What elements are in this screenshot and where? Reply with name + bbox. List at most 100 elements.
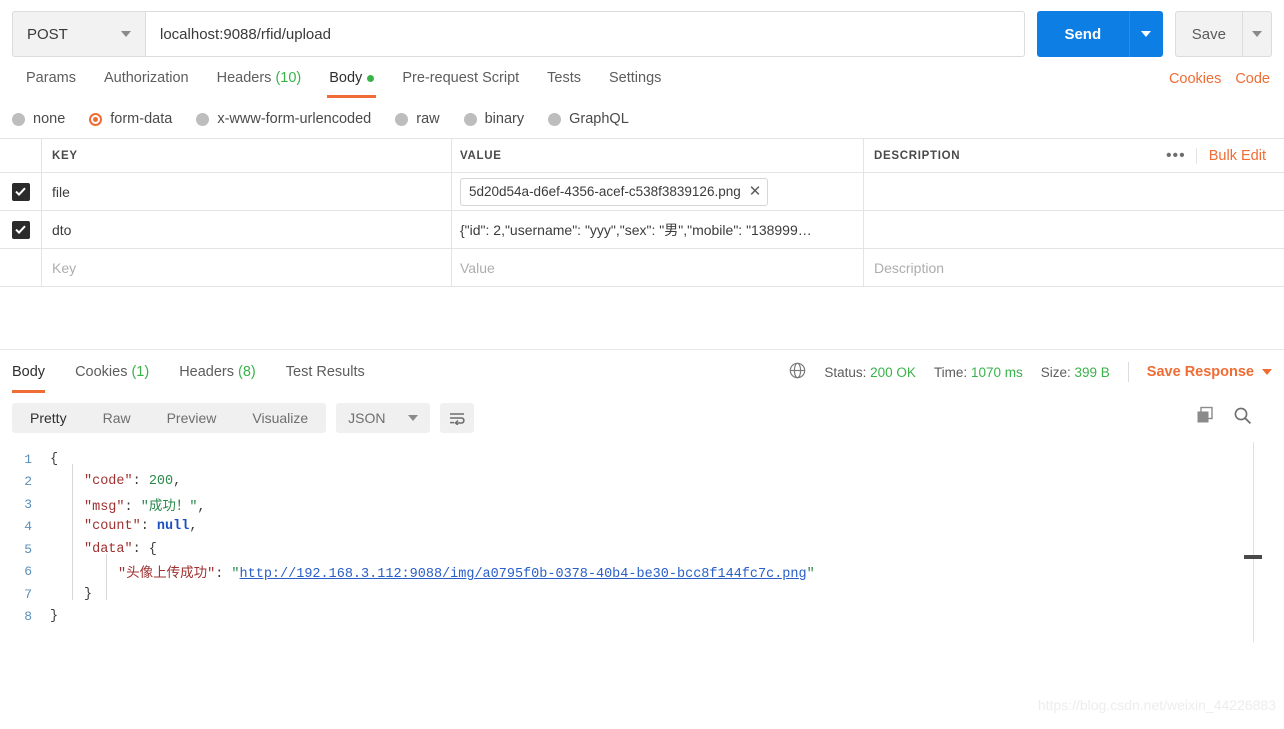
- status-label: Status:: [824, 364, 867, 380]
- request-tab-authorization[interactable]: Authorization: [90, 60, 203, 98]
- row-key-cell[interactable]: file: [42, 173, 452, 210]
- remove-file-icon[interactable]: ✕: [749, 184, 762, 199]
- save-response-button[interactable]: Save Response: [1147, 364, 1272, 380]
- request-tab-params[interactable]: Params: [12, 60, 90, 98]
- indent-guide: [72, 464, 73, 600]
- line-number: 4: [24, 519, 32, 535]
- header-key-label: KEY: [52, 149, 78, 162]
- search-icon[interactable]: [1233, 406, 1252, 430]
- view-mode-pretty[interactable]: Pretty: [12, 403, 85, 433]
- request-tab-label: Headers: [216, 70, 272, 86]
- time-label: Time:: [933, 364, 968, 380]
- format-label: JSON: [348, 410, 386, 426]
- body-type-x-www-form-urlencoded[interactable]: x-www-form-urlencoded: [196, 111, 371, 127]
- url-input[interactable]: localhost:9088/rfid/upload: [145, 11, 1025, 57]
- http-method-dropdown[interactable]: POST: [12, 11, 145, 57]
- request-tab-label: Authorization: [103, 70, 189, 86]
- request-tab-count: (10): [271, 70, 302, 86]
- row-checkbox-cell: [0, 173, 42, 210]
- row-checkbox[interactable]: [11, 182, 30, 201]
- code-token: ": [806, 567, 815, 583]
- row-description-cell[interactable]: [864, 211, 1284, 248]
- new-value-input[interactable]: Value: [452, 249, 864, 286]
- code-token: ,: [197, 499, 206, 515]
- row-description-cell[interactable]: [864, 173, 1284, 210]
- response-section: Body Cookies (1) Headers (8) Test Results S…: [0, 349, 1284, 642]
- placeholder-text: Value: [460, 259, 495, 276]
- response-scrollbar-track[interactable]: [1253, 442, 1254, 642]
- code-link[interactable]: Code: [1235, 71, 1270, 87]
- response-url-link[interactable]: http://192.168.3.112:9088/img/a0795f0b-0…: [240, 567, 807, 582]
- code-token: {: [50, 451, 59, 467]
- code-token: "头像上传成功": [118, 567, 216, 583]
- code-line: 2 "code": 200,: [0, 471, 1284, 494]
- body-type-form-data[interactable]: form-data: [89, 111, 172, 127]
- file-chip[interactable]: 5d20d54a-d6ef-4356-acef-c538f3839126.png…: [460, 177, 769, 206]
- chevron-down-icon: [1141, 31, 1152, 37]
- cookies-link[interactable]: Cookies: [1169, 71, 1221, 87]
- response-view-toolbar: Pretty Raw Preview Visualize JSON: [0, 394, 1284, 442]
- row-value-cell[interactable]: 5d20d54a-d6ef-4356-acef-c538f3839126.png…: [452, 173, 864, 210]
- request-tab-pre-request-script[interactable]: Pre-request Script: [388, 60, 533, 98]
- body-type-none[interactable]: none: [12, 111, 65, 127]
- code-line: 1{: [0, 448, 1284, 471]
- code-line: 7}: [0, 583, 1284, 606]
- new-description-input[interactable]: Description: [864, 249, 1284, 286]
- header-value-label: VALUE: [460, 149, 502, 162]
- response-tab-headers[interactable]: Headers (8): [179, 352, 268, 393]
- request-tab-body[interactable]: Body: [315, 60, 388, 98]
- save-button[interactable]: Save: [1174, 11, 1242, 57]
- row-value-cell[interactable]: {"id": 2,"username": "yyy","sex": "男","m…: [452, 211, 864, 248]
- body-type-label: binary: [484, 111, 525, 127]
- format-dropdown[interactable]: JSON: [336, 403, 430, 433]
- copy-icon[interactable]: [1196, 406, 1215, 430]
- response-tab-test-results[interactable]: Test Results: [286, 352, 377, 393]
- row-checkbox[interactable]: [11, 220, 30, 239]
- line-number: 1: [24, 451, 32, 467]
- response-status-bar: Status: 200 OK Time: 1070 ms Size: 399 B…: [789, 362, 1272, 382]
- body-type-raw[interactable]: raw: [395, 111, 440, 127]
- response-tab-cookies[interactable]: Cookies (1): [75, 352, 161, 393]
- send-button-group: Send: [1036, 11, 1163, 57]
- response-tab-label: Cookies: [75, 363, 128, 380]
- view-mode-raw[interactable]: Raw: [85, 403, 149, 433]
- radio-icon: [463, 112, 477, 126]
- table-placeholder-row: Key Value Description: [0, 249, 1284, 287]
- placeholder-text: Key: [52, 259, 77, 276]
- row-key-cell[interactable]: dto: [42, 211, 452, 248]
- body-type-graphql[interactable]: GraphQL: [548, 111, 629, 127]
- view-mode-visualize[interactable]: Visualize: [234, 403, 326, 433]
- size-group: Size: 399 B: [1041, 365, 1110, 380]
- header-value-cell: VALUE: [452, 139, 864, 172]
- line-number: 6: [24, 564, 32, 580]
- response-tab-body[interactable]: Body: [12, 352, 57, 393]
- line-number: 3: [24, 496, 32, 512]
- table-body: file 5d20d54a-d6ef-4356-acef-c538f3839126…: [0, 173, 1284, 287]
- code-line: 5 "data": {: [0, 538, 1284, 561]
- more-options-icon[interactable]: •••: [1156, 147, 1197, 164]
- code-token: : {: [132, 541, 157, 557]
- body-type-binary[interactable]: binary: [463, 111, 525, 127]
- wrap-lines-button[interactable]: [439, 403, 474, 433]
- response-tabs: Body Cookies (1) Headers (8) Test Results: [12, 352, 395, 393]
- indent-guide: [106, 554, 107, 600]
- time-value: 1070 ms: [970, 364, 1023, 380]
- view-mode-preview[interactable]: Preview: [149, 403, 235, 433]
- send-options-button[interactable]: [1128, 11, 1163, 57]
- row-value-text: {"id": 2,"username": "yyy","sex": "男","m…: [460, 221, 812, 238]
- send-button[interactable]: Send: [1036, 11, 1129, 57]
- response-scrollbar-thumb[interactable]: [1244, 555, 1262, 559]
- code-token: null: [156, 519, 190, 535]
- request-tab-tests[interactable]: Tests: [533, 60, 595, 98]
- response-tab-count: (8): [234, 363, 256, 380]
- file-name-text: 5d20d54a-d6ef-4356-acef-c538f3839126.png: [469, 184, 741, 199]
- response-body-viewer[interactable]: 1{2 "code": 200, 3 "msg": "成功！", 4 "count": n…: [0, 442, 1284, 642]
- globe-icon[interactable]: [789, 362, 806, 382]
- code-text: "count": null,: [46, 519, 197, 534]
- bulk-edit-link[interactable]: Bulk Edit: [1209, 148, 1266, 164]
- request-tab-settings[interactable]: Settings: [595, 60, 675, 98]
- request-tab-headers[interactable]: Headers (10): [203, 60, 316, 98]
- save-options-button[interactable]: [1242, 11, 1272, 57]
- row-checkbox-cell: [0, 211, 42, 248]
- new-key-input[interactable]: Key: [42, 249, 452, 286]
